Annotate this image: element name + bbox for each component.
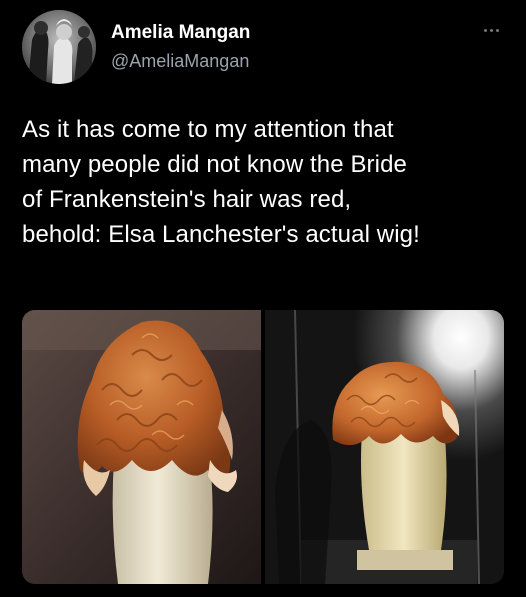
avatar-image <box>22 10 96 84</box>
author-handle[interactable]: @AmeliaMangan <box>111 51 249 72</box>
avatar[interactable] <box>22 10 96 84</box>
wig-photo-display-case[interactable] <box>265 310 504 584</box>
tweet-card: Amelia Mangan @AmeliaMangan As it has co… <box>0 0 526 597</box>
wig-photo-closeup[interactable] <box>22 310 261 584</box>
more-horizontal-icon[interactable] <box>476 20 508 40</box>
tweet-media <box>22 310 504 584</box>
tweet-text: As it has come to my attention that many… <box>22 116 420 248</box>
author-name[interactable]: Amelia Mangan <box>111 22 250 44</box>
